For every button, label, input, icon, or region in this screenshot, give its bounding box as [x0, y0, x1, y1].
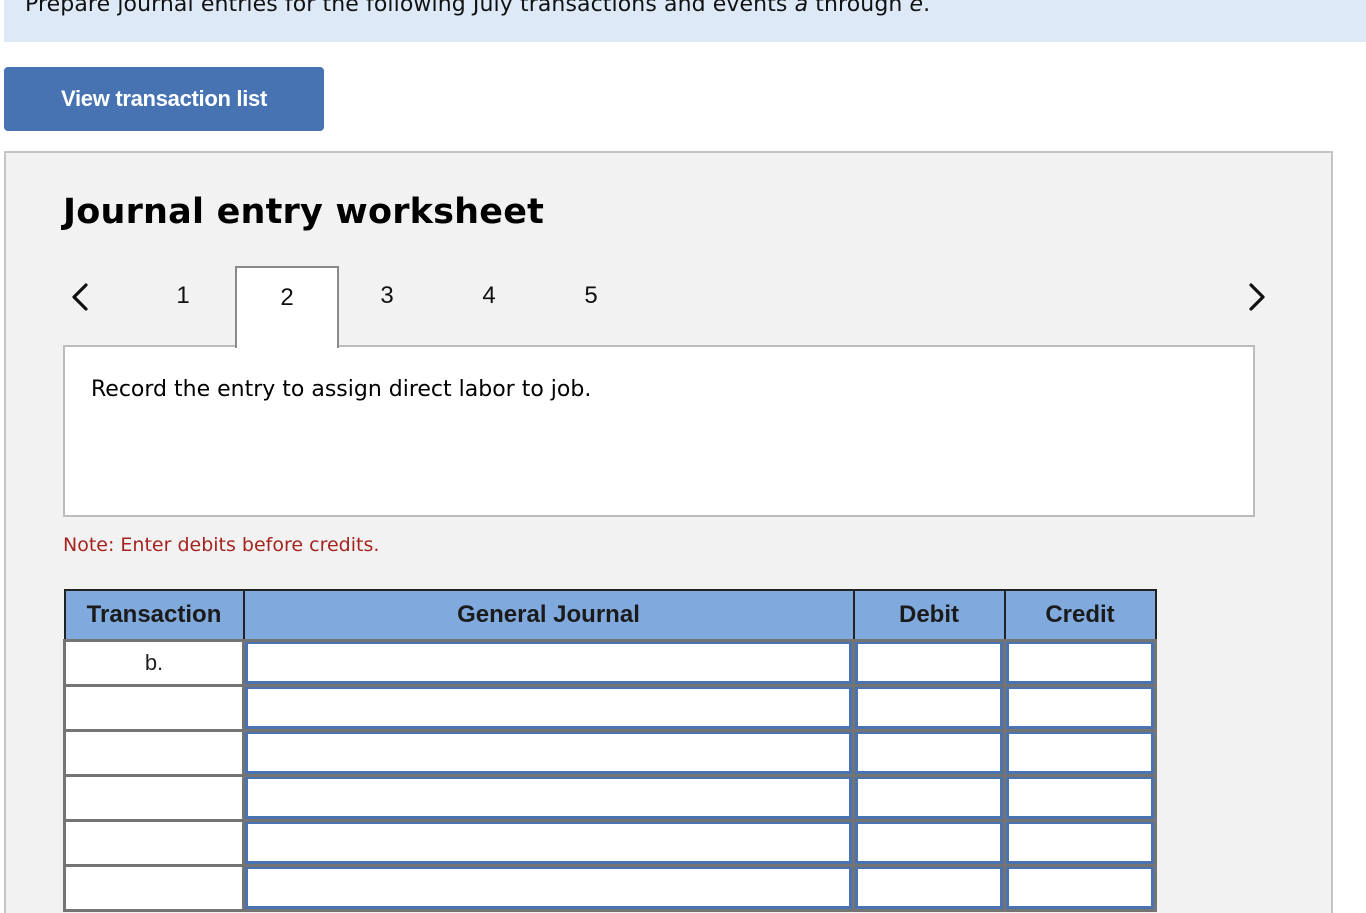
debit-input[interactable] [855, 777, 1003, 819]
account-dropdown[interactable] [245, 822, 852, 864]
credit-input[interactable] [1006, 867, 1154, 909]
instruction-text: Prepare journal entries for the followin… [25, 0, 930, 20]
instruction-middle: through [808, 0, 910, 17]
header-general-journal: General Journal [242, 589, 855, 642]
account-dropdown[interactable] [245, 642, 852, 684]
transaction-cell [63, 729, 245, 777]
table-row [63, 819, 1157, 867]
table-row: b. [63, 639, 1157, 687]
note-text: Note: Enter debits before credits. [63, 534, 380, 556]
journal-table: Transaction General Journal Debit Credit… [63, 589, 1157, 912]
transaction-cell [63, 774, 245, 822]
debit-input[interactable] [855, 822, 1003, 864]
credit-input[interactable] [1006, 777, 1154, 819]
table-row [63, 684, 1157, 732]
tab-1[interactable]: 1 [133, 266, 233, 346]
debit-cell [852, 774, 1006, 822]
account-dropdown[interactable] [245, 687, 852, 729]
account-dropdown[interactable] [245, 867, 852, 909]
account-cell [242, 774, 855, 822]
debit-input[interactable] [855, 732, 1003, 774]
credit-cell [1003, 684, 1157, 732]
header-debit: Debit [852, 589, 1006, 642]
credit-cell [1003, 819, 1157, 867]
debit-cell [852, 819, 1006, 867]
debit-cell [852, 639, 1006, 687]
debit-cell [852, 684, 1006, 732]
worksheet-title: Journal entry worksheet [63, 192, 545, 232]
tab-5[interactable]: 5 [541, 266, 641, 346]
transaction-cell [63, 684, 245, 732]
debit-input[interactable] [855, 687, 1003, 729]
instruction-prefix: Prepare journal entries for the followin… [25, 0, 795, 17]
view-transaction-list-button[interactable]: View transaction list [4, 67, 324, 131]
instruction-a: a [794, 0, 809, 17]
credit-input[interactable] [1006, 732, 1154, 774]
transaction-cell: b. [63, 639, 245, 687]
credit-cell [1003, 729, 1157, 777]
chevron-right-icon [1249, 283, 1265, 311]
prompt-box: Record the entry to assign direct labor … [63, 345, 1255, 517]
debit-cell [852, 729, 1006, 777]
tab-2[interactable]: 2 [235, 266, 339, 348]
tab-4[interactable]: 4 [439, 266, 539, 346]
account-cell [242, 639, 855, 687]
account-cell [242, 729, 855, 777]
chevron-left-icon [72, 283, 88, 311]
next-button[interactable] [1243, 279, 1271, 315]
header-credit: Credit [1003, 589, 1157, 642]
account-dropdown[interactable] [245, 777, 852, 819]
instruction-bar: Prepare journal entries for the followin… [4, 0, 1366, 42]
instruction-suffix: . [923, 0, 931, 17]
header-transaction: Transaction [63, 589, 245, 642]
journal-header-row: Transaction General Journal Debit Credit [63, 589, 1157, 642]
account-dropdown[interactable] [245, 732, 852, 774]
credit-input[interactable] [1006, 822, 1154, 864]
account-cell [242, 684, 855, 732]
tab-3[interactable]: 3 [337, 266, 437, 346]
credit-input[interactable] [1006, 642, 1154, 684]
account-cell [242, 819, 855, 867]
debit-input[interactable] [855, 642, 1003, 684]
transaction-cell [63, 819, 245, 867]
table-row [63, 729, 1157, 777]
credit-cell [1003, 639, 1157, 687]
instruction-e: e [909, 0, 924, 17]
credit-input[interactable] [1006, 687, 1154, 729]
prompt-text: Record the entry to assign direct labor … [91, 377, 592, 402]
credit-cell [1003, 774, 1157, 822]
debit-input[interactable] [855, 867, 1003, 909]
table-row [63, 774, 1157, 822]
prev-button[interactable] [66, 279, 94, 315]
journal-entry-worksheet: Journal entry worksheet 1 2 3 4 5 Record… [4, 151, 1333, 913]
